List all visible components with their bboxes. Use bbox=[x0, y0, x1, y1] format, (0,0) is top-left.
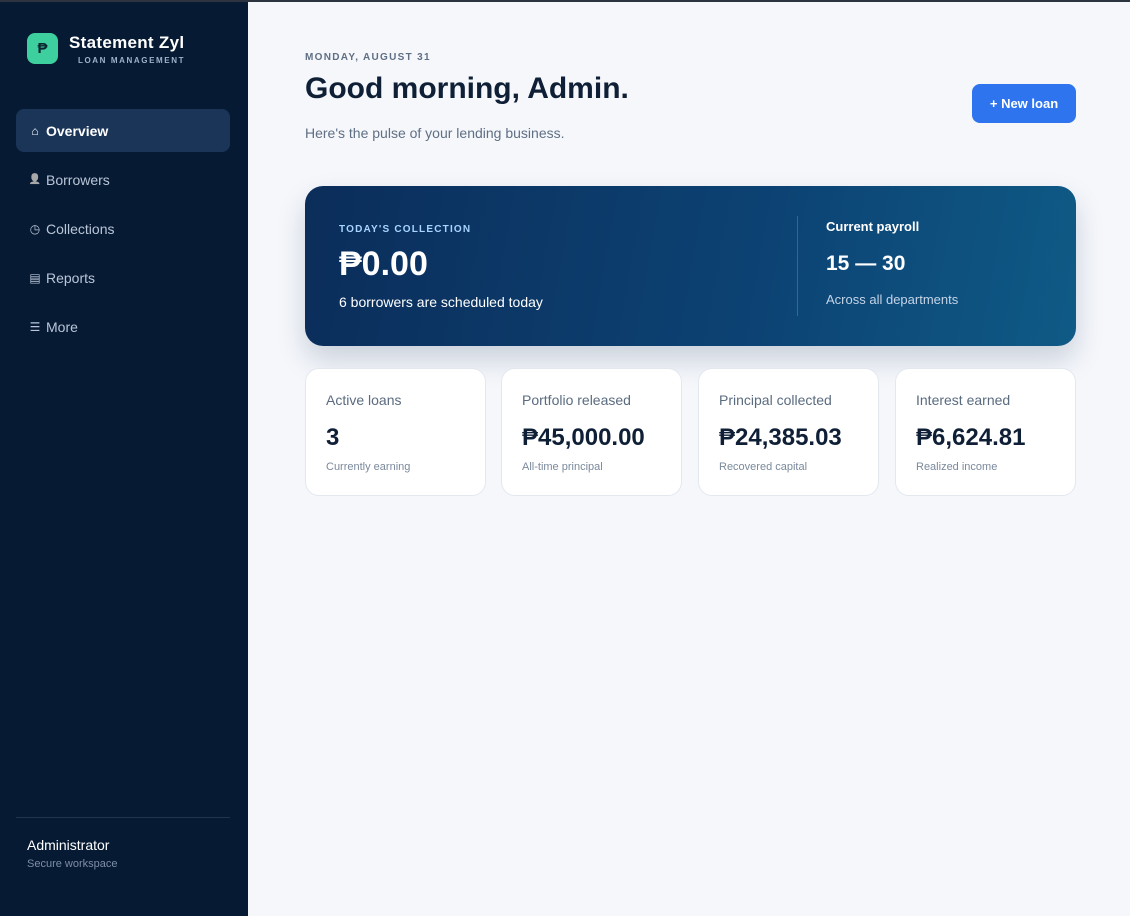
sidebar-item-label: Reports bbox=[46, 269, 96, 286]
brand-subtitle: LOAN MANAGEMENT bbox=[78, 56, 186, 65]
window-top-border bbox=[0, 0, 1130, 2]
page-title: Good morning, Admin. bbox=[305, 72, 629, 105]
stat-label: Portfolio released bbox=[522, 392, 631, 408]
hero-divider bbox=[797, 216, 798, 316]
sidebar-divider bbox=[16, 817, 230, 818]
user-name: Administrator bbox=[27, 837, 110, 853]
new-loan-button[interactable]: + New loan bbox=[972, 84, 1076, 123]
stat-subtitle: Currently earning bbox=[326, 461, 411, 473]
clock-icon: ◷ bbox=[29, 221, 41, 236]
sidebar-item-collections[interactable]: ◷ Collections bbox=[16, 207, 230, 250]
stat-card-interest-earned: Interest earned ₱6,624.81 Realized incom… bbox=[895, 368, 1076, 496]
main-content: MONDAY, AUGUST 31 Good morning, Admin. H… bbox=[248, 0, 1130, 916]
stat-value: ₱45,000.00 bbox=[522, 424, 645, 451]
stat-subtitle: Recovered capital bbox=[719, 461, 808, 473]
collection-amount: ₱0.00 bbox=[339, 245, 428, 283]
user-subtitle: Secure workspace bbox=[27, 858, 118, 870]
stat-label: Interest earned bbox=[916, 392, 1011, 408]
sidebar-item-label: Collections bbox=[46, 220, 115, 237]
stat-value: 3 bbox=[326, 424, 340, 451]
brand[interactable]: ₱ Statement Zyl LOAN MANAGEMENT bbox=[27, 33, 185, 65]
sidebar-item-borrowers[interactable]: 👤 Borrowers bbox=[16, 158, 230, 201]
menu-icon: ☰ bbox=[29, 319, 41, 334]
collection-summary-card: TODAY'S COLLECTION ₱0.00 6 borrowers are… bbox=[305, 186, 1076, 346]
sidebar-nav: ⌂ Overview 👤 Borrowers ◷ Collections ▤ R… bbox=[16, 109, 230, 354]
sidebar-item-more[interactable]: ☰ More bbox=[16, 305, 230, 348]
stats-row: Active loans 3 Currently earning Portfol… bbox=[305, 368, 1076, 496]
sidebar-item-overview[interactable]: ⌂ Overview bbox=[16, 109, 230, 152]
person-icon: 👤 bbox=[28, 174, 42, 185]
stat-value: ₱24,385.03 bbox=[719, 424, 842, 451]
report-icon: ▤ bbox=[29, 270, 41, 285]
current-date: MONDAY, AUGUST 31 bbox=[305, 52, 431, 63]
sidebar-item-label: More bbox=[46, 318, 78, 335]
payroll-note: Across all departments bbox=[826, 292, 959, 307]
page-subtitle: Here's the pulse of your lending busines… bbox=[305, 125, 565, 141]
stat-subtitle: Realized income bbox=[916, 461, 998, 473]
collection-note: 6 borrowers are scheduled today bbox=[339, 294, 543, 310]
payroll-range: 15 — 30 bbox=[826, 252, 906, 275]
stat-label: Active loans bbox=[326, 392, 402, 408]
collection-label: TODAY'S COLLECTION bbox=[339, 224, 472, 235]
sidebar-item-reports[interactable]: ▤ Reports bbox=[16, 256, 230, 299]
peso-logo-icon: ₱ bbox=[27, 33, 58, 64]
payroll-label: Current payroll bbox=[826, 219, 920, 234]
stat-label: Principal collected bbox=[719, 392, 832, 408]
home-icon: ⌂ bbox=[31, 123, 39, 138]
stat-card-portfolio-released: Portfolio released ₱45,000.00 All-time p… bbox=[501, 368, 682, 496]
stat-subtitle: All-time principal bbox=[522, 461, 603, 473]
sidebar-item-label: Overview bbox=[46, 122, 109, 139]
sidebar-item-label: Borrowers bbox=[46, 171, 110, 188]
stat-card-active-loans: Active loans 3 Currently earning bbox=[305, 368, 486, 496]
app-root: ₱ Statement Zyl LOAN MANAGEMENT ⌂ Overvi… bbox=[0, 0, 1130, 916]
sidebar: ₱ Statement Zyl LOAN MANAGEMENT ⌂ Overvi… bbox=[0, 0, 248, 916]
stat-value: ₱6,624.81 bbox=[916, 424, 1026, 451]
brand-name: Statement Zyl bbox=[69, 33, 185, 52]
brand-text: Statement Zyl LOAN MANAGEMENT bbox=[69, 33, 185, 65]
stat-card-principal-collected: Principal collected ₱24,385.03 Recovered… bbox=[698, 368, 879, 496]
